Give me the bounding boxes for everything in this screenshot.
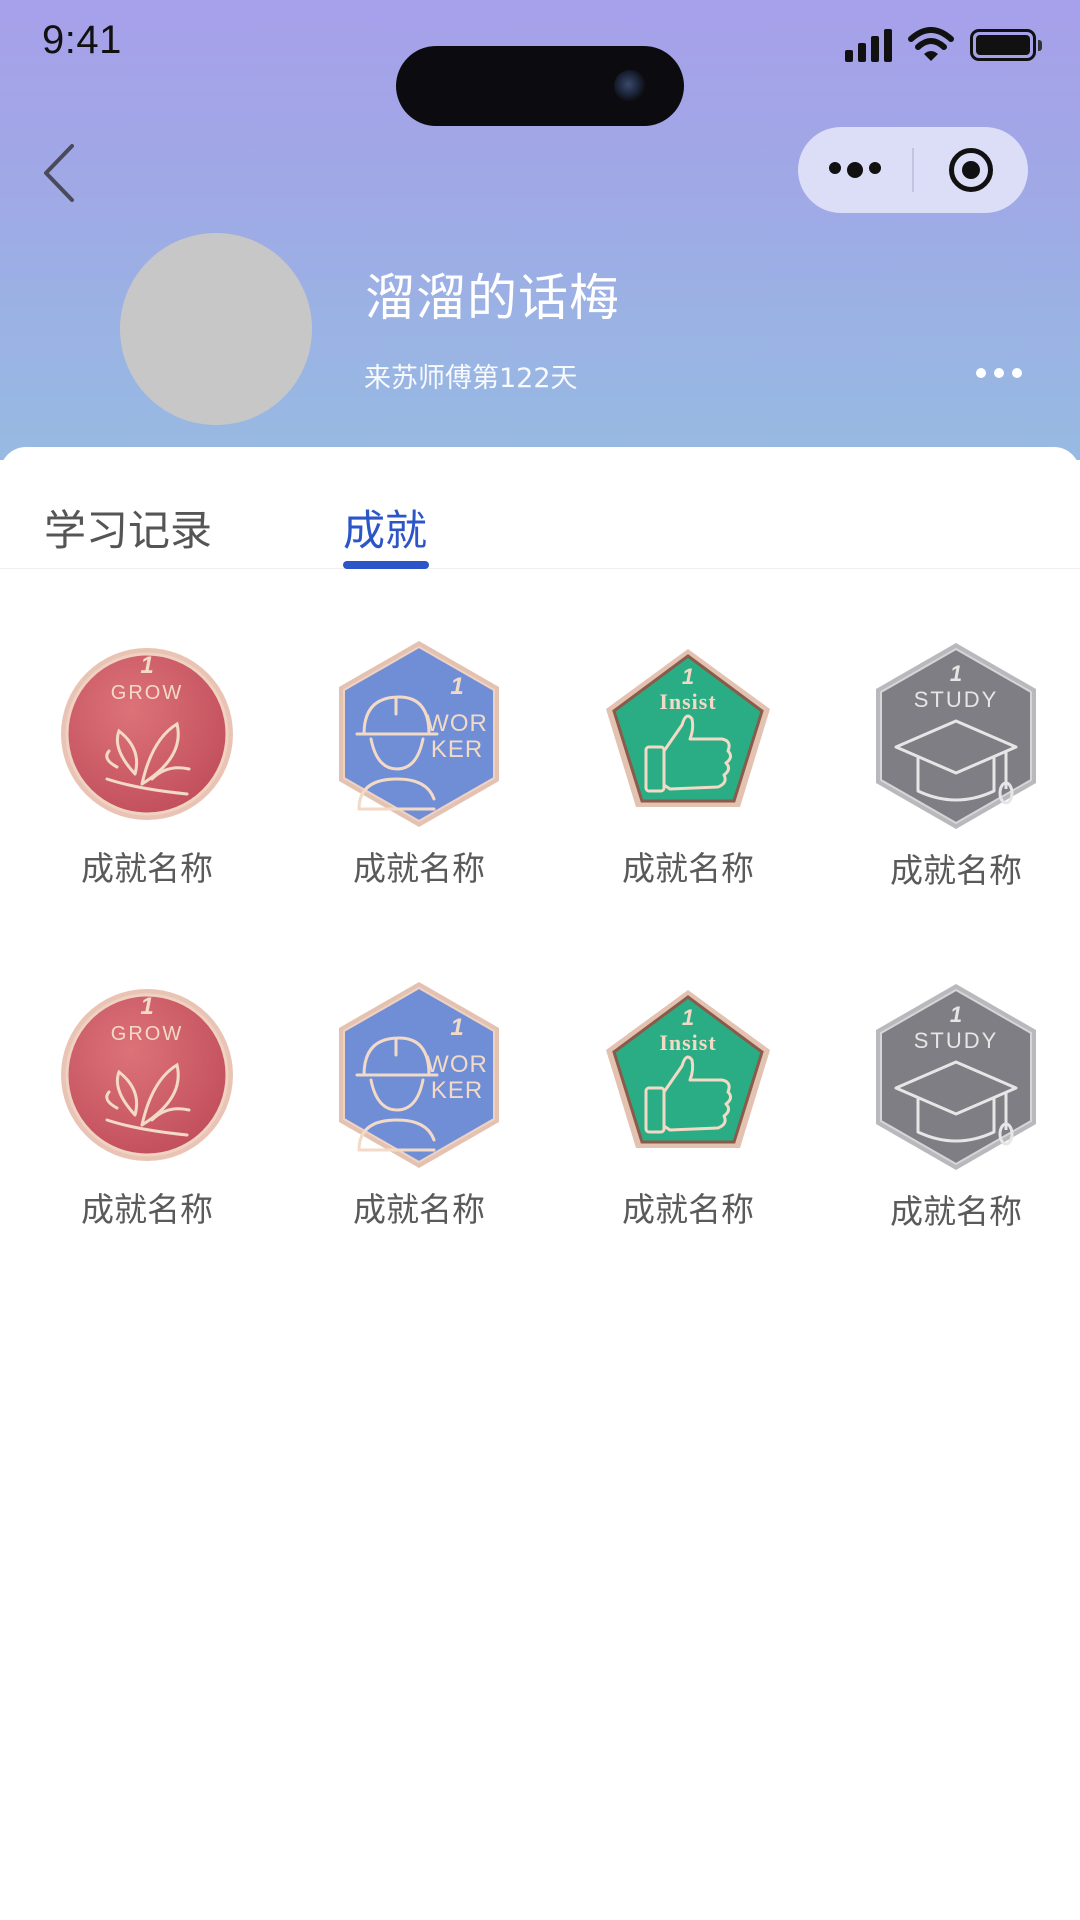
study-badge: STUDY 1 (876, 984, 1036, 1170)
badge-text: GROW (111, 1023, 183, 1045)
badge-number: 1 (450, 673, 463, 700)
worker-badge: WOR KER 1 (339, 982, 499, 1168)
badge-text: GROW (111, 682, 183, 704)
achievement-label: 成就名称 (622, 849, 754, 888)
badge-text: STUDY (914, 1028, 999, 1053)
status-bar: 9:41 (0, 0, 1080, 126)
study-badge: STUDY 1 (876, 643, 1036, 829)
grow-badge: GROW 1 (61, 648, 233, 820)
profile-page: 9:41 溜溜的话梅 来苏师傅第122天 学习记录 成就 GROW 1 成就名称… (0, 0, 1080, 1920)
badge-text: WOR (426, 1051, 488, 1078)
status-time: 9:41 (42, 18, 122, 62)
badge-number: 1 (450, 1014, 463, 1041)
achievement-label: 成就名称 (622, 1190, 754, 1229)
grow-badge: GROW 1 (61, 989, 233, 1161)
badge-number: 1 (950, 1002, 962, 1027)
achievement-item[interactable]: Insist 1 成就名称 (578, 980, 778, 1240)
mini-program-capsule (798, 127, 1028, 213)
tab-learning-records[interactable]: 学习记录 (44, 497, 212, 558)
wifi-icon (908, 27, 954, 61)
insist-badge: Insist 1 (606, 990, 770, 1148)
battery-icon (970, 29, 1042, 61)
tab-achievements[interactable]: 成就 (343, 497, 427, 558)
avatar[interactable] (120, 233, 312, 425)
badge-number: 1 (140, 652, 153, 679)
achievement-item[interactable]: GROW 1 成就名称 (37, 980, 237, 1240)
more-menu-button[interactable] (798, 127, 912, 213)
badge-text: STUDY (914, 687, 999, 712)
tab-bar: 学习记录 成就 (0, 447, 1080, 569)
chevron-left-icon (44, 144, 74, 202)
achievement-item[interactable]: STUDY 1 成就名称 (846, 641, 1046, 901)
achievement-label: 成就名称 (890, 851, 1022, 890)
active-tab-indicator (343, 561, 429, 569)
badge-text: Insist (659, 1030, 716, 1055)
content-card: 学习记录 成就 GROW 1 成就名称 WOR KER 1 成就名称 Insis… (0, 447, 1080, 1920)
achievement-item[interactable]: WOR KER 1 成就名称 (309, 980, 509, 1240)
dynamic-island (396, 46, 684, 126)
badge-number: 1 (682, 664, 694, 689)
achievement-label: 成就名称 (353, 849, 485, 888)
achievement-label: 成就名称 (81, 1190, 213, 1229)
badge-text: KER (431, 1077, 483, 1104)
badge-number: 1 (950, 661, 962, 686)
insist-badge: Insist 1 (606, 649, 770, 807)
achievement-label: 成就名称 (81, 849, 213, 888)
achievement-item[interactable]: STUDY 1 成就名称 (846, 982, 1046, 1242)
badge-text: Insist (659, 689, 716, 714)
badge-number: 1 (140, 993, 153, 1020)
close-program-button[interactable] (914, 127, 1028, 213)
badge-text: WOR (426, 710, 488, 737)
achievement-item[interactable]: Insist 1 成就名称 (578, 639, 778, 899)
achievement-item[interactable]: GROW 1 成就名称 (37, 639, 237, 899)
days-counter: 来苏师傅第122天 (364, 363, 578, 394)
back-button[interactable] (36, 138, 86, 208)
worker-badge: WOR KER 1 (339, 641, 499, 827)
achievement-label: 成就名称 (353, 1190, 485, 1229)
cellular-signal-icon (845, 28, 892, 62)
badge-number: 1 (682, 1005, 694, 1030)
badge-text: KER (431, 736, 483, 763)
user-name: 溜溜的话梅 (365, 269, 620, 327)
more-dots-icon (829, 162, 881, 178)
more-dots-icon[interactable] (976, 360, 1022, 386)
achievement-item[interactable]: WOR KER 1 成就名称 (309, 639, 509, 899)
status-icons (845, 24, 1042, 66)
camera-icon (614, 70, 646, 102)
achievement-label: 成就名称 (890, 1192, 1022, 1231)
target-icon (949, 148, 993, 192)
